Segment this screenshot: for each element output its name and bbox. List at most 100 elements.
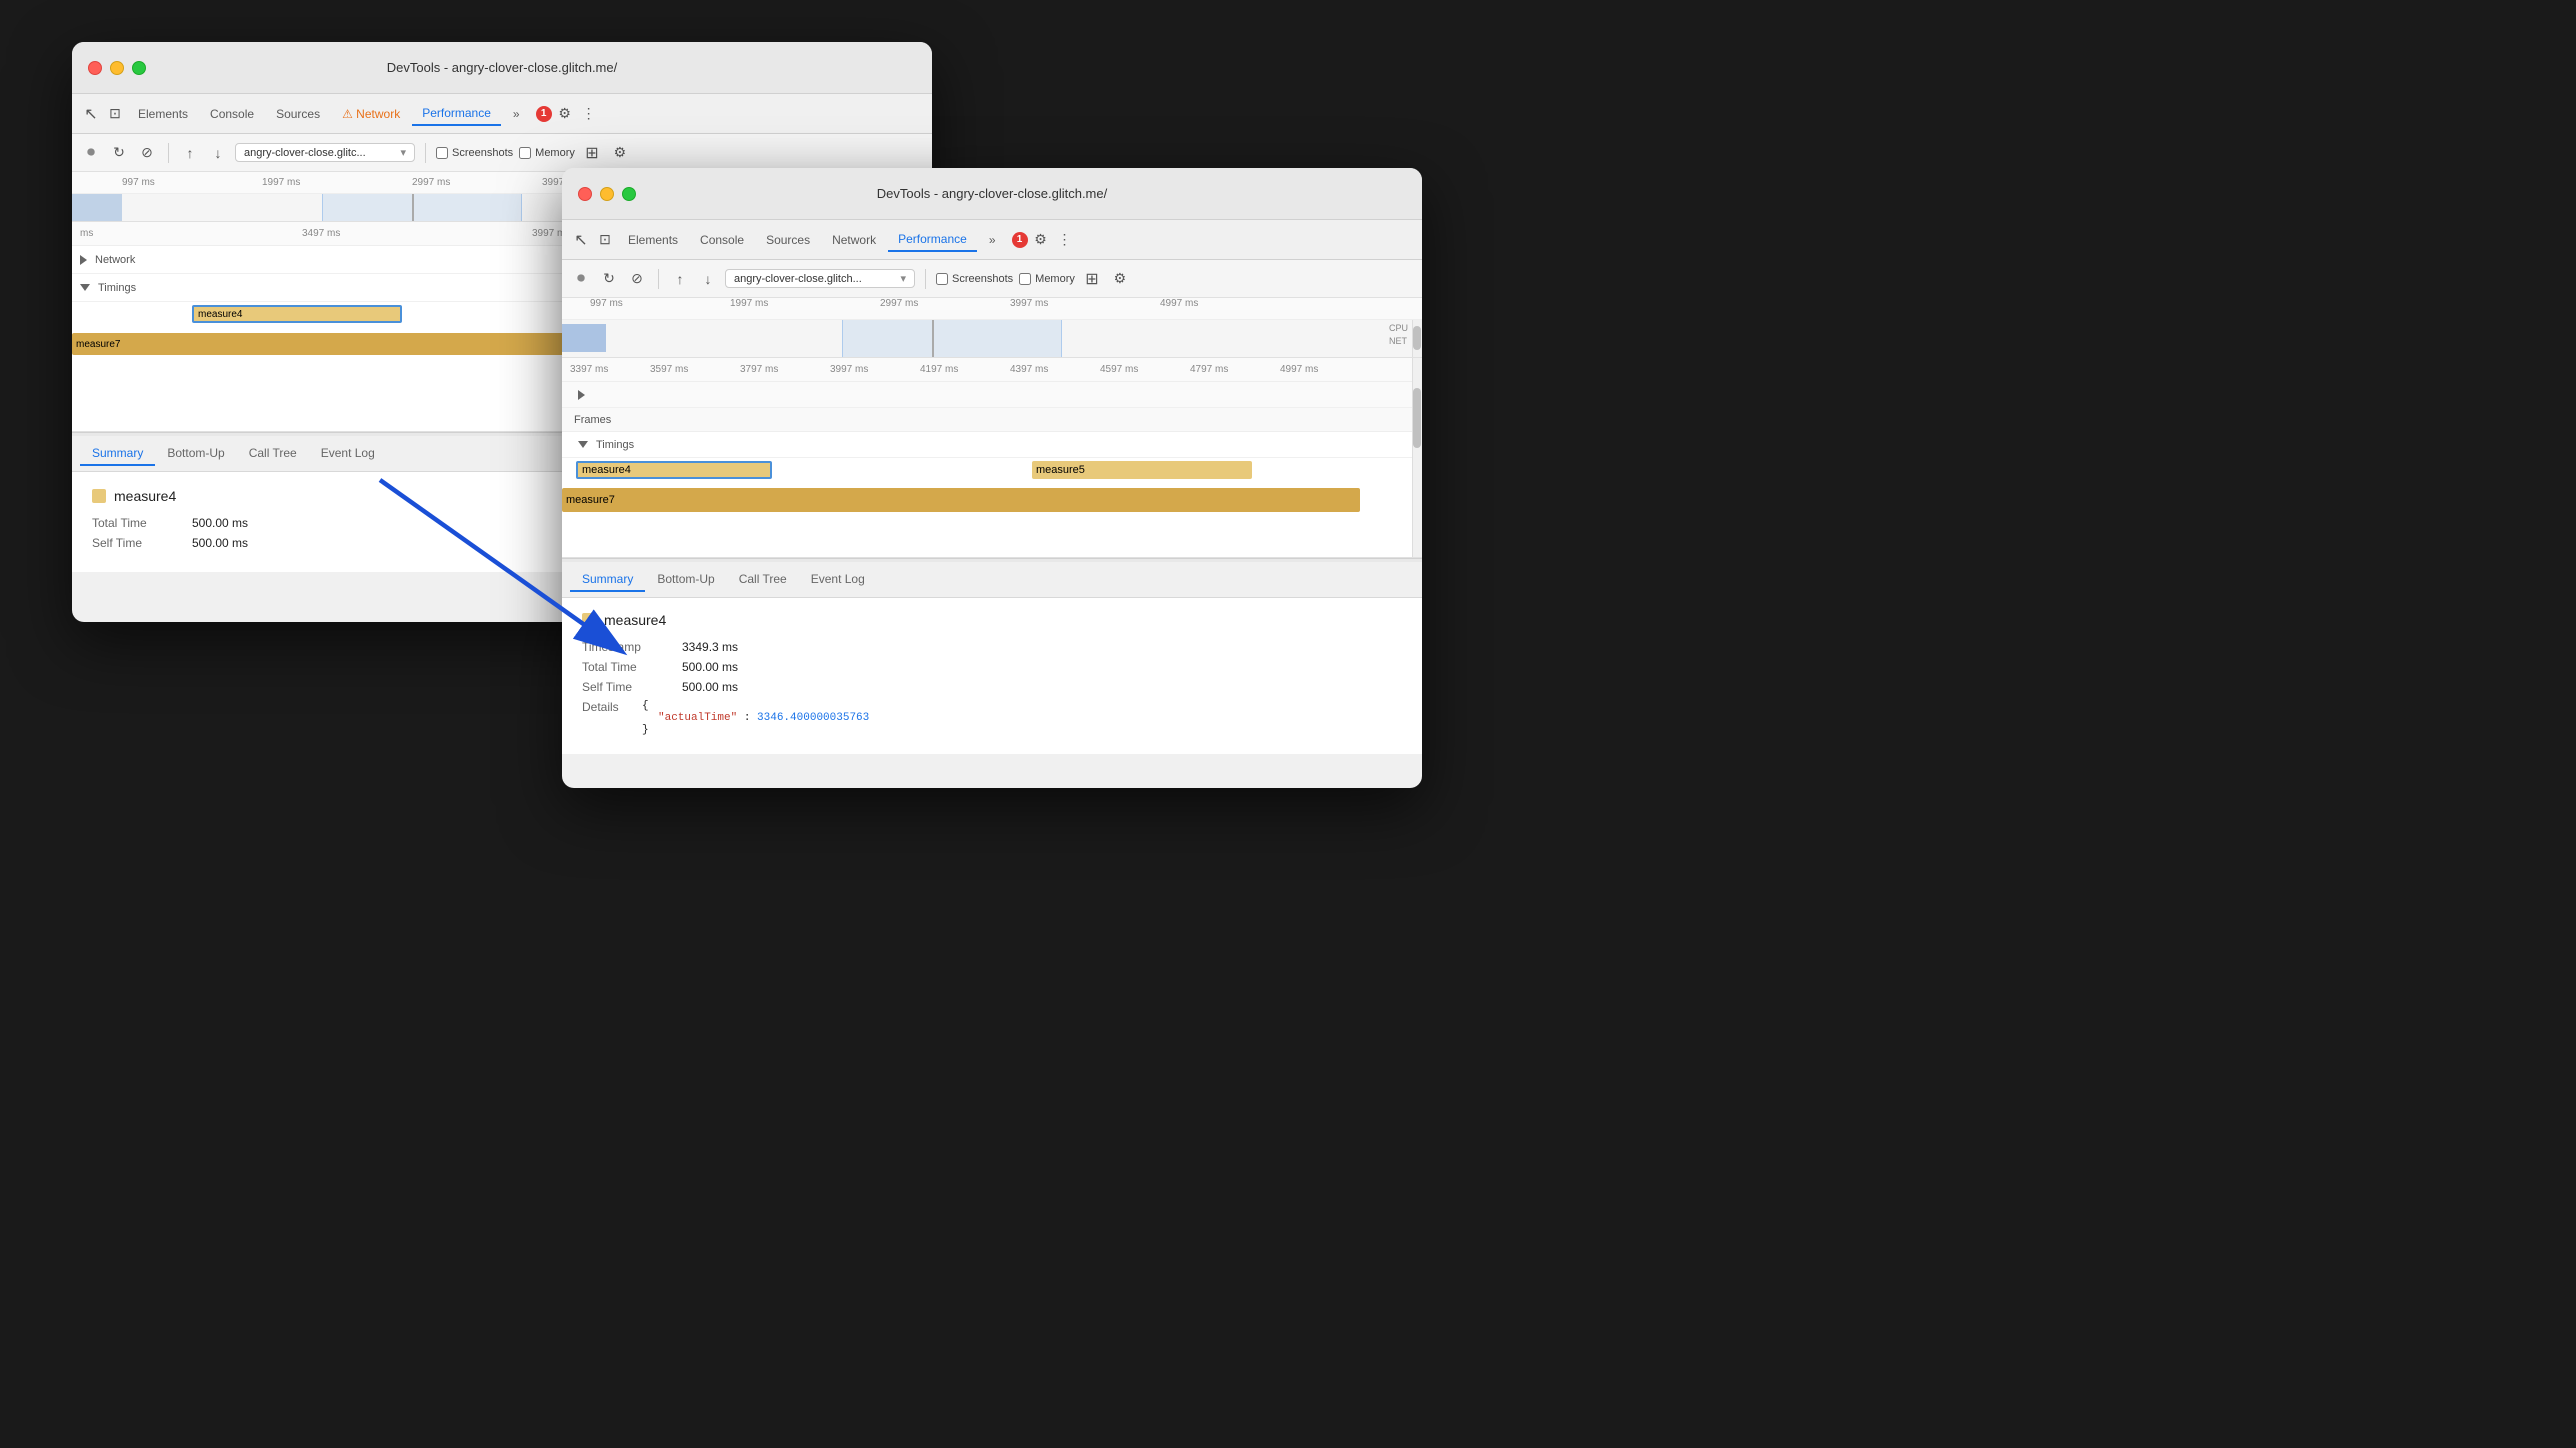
upload-btn-1[interactable]: ↑ <box>179 142 201 164</box>
sidebar-icon[interactable]: ⊡ <box>104 103 126 125</box>
tab-performance-2[interactable]: Performance <box>888 228 977 252</box>
memory-cb-1[interactable]: Memory <box>519 147 575 159</box>
close-button-2[interactable] <box>578 187 592 201</box>
screenshots-checkbox-2[interactable] <box>936 273 948 285</box>
screenshots-cb-1[interactable]: Screenshots <box>436 147 513 159</box>
btab-calltree-1[interactable]: Call Tree <box>237 442 309 466</box>
minimize-button-1[interactable] <box>110 61 124 75</box>
settings-btn-2[interactable]: ⚙ <box>1109 268 1131 290</box>
memory-cb-2[interactable]: Memory <box>1019 273 1075 285</box>
expand-network-icon-2[interactable] <box>578 390 585 400</box>
expand-network-icon-1[interactable] <box>80 255 87 265</box>
record-btn-2[interactable]: ⏺ <box>570 268 592 290</box>
mini-scrollbar-thumb-2[interactable] <box>1413 326 1421 350</box>
measure7-bar-2[interactable]: measure7 <box>562 488 1360 512</box>
btab-bottomup-1[interactable]: Bottom-Up <box>155 442 236 466</box>
btab-eventlog-1[interactable]: Event Log <box>309 442 387 466</box>
json-actualtime-val: 3346.400000035763 <box>757 712 869 724</box>
measure7-bar-1[interactable]: measure7 <box>72 333 602 355</box>
collapse-timings-icon-1[interactable] <box>80 284 90 291</box>
reload-btn-2[interactable]: ↻ <box>598 268 620 290</box>
tick-997: 997 ms <box>122 177 155 188</box>
screenshots-cb-2[interactable]: Screenshots <box>936 273 1013 285</box>
btab-eventlog-2[interactable]: Event Log <box>799 568 877 592</box>
measure4-bar-2[interactable]: measure4 <box>576 461 772 479</box>
tab-console-1[interactable]: Console <box>200 103 264 125</box>
timeline-scrollbar-thumb-2[interactable] <box>1413 388 1421 448</box>
selection-overlay-1[interactable] <box>322 194 522 222</box>
mini-tick-1997: 1997 ms <box>730 298 768 309</box>
record-btn-1[interactable]: ⏺ <box>80 142 102 164</box>
tab-sources-2[interactable]: Sources <box>756 229 820 251</box>
t-4797: 4797 ms <box>1190 364 1228 375</box>
clear-btn-2[interactable]: ⊘ <box>626 268 648 290</box>
capture-btn-2[interactable]: ⊞ <box>1081 268 1103 290</box>
t-3597: 3597 ms <box>650 364 688 375</box>
download-btn-1[interactable]: ↓ <box>207 142 229 164</box>
screenshots-checkbox-1[interactable] <box>436 147 448 159</box>
memory-checkbox-1[interactable] <box>519 147 531 159</box>
btab-summary-1[interactable]: Summary <box>80 442 155 466</box>
tab-sources-1[interactable]: Sources <box>266 103 330 125</box>
url-input-1[interactable]: angry-clover-close.glitc... ▾ <box>235 143 415 162</box>
titlebar-2: DevTools - angry-clover-close.glitch.me/ <box>562 168 1422 220</box>
tab-more-2[interactable]: » <box>979 229 1006 251</box>
maximize-button-2[interactable] <box>622 187 636 201</box>
btab-calltree-2[interactable]: Call Tree <box>727 568 799 592</box>
timings-label-1: Timings <box>80 282 160 294</box>
btab-summary-2[interactable]: Summary <box>570 568 645 592</box>
tab-network-2[interactable]: Network <box>822 229 886 251</box>
measure4-bar-1[interactable]: measure4 <box>192 305 402 323</box>
timeline-scrollbar-2[interactable] <box>1412 358 1422 557</box>
pointer-icon[interactable]: ↖ <box>80 103 102 125</box>
measure5-bar-2[interactable]: measure5 <box>1032 461 1252 479</box>
more-icon-1[interactable]: ⋮ <box>578 103 600 125</box>
tab-performance-1[interactable]: Performance <box>412 102 501 126</box>
selection-overlay-2[interactable] <box>842 320 1062 358</box>
url-dropdown-2[interactable]: ▾ <box>900 272 906 285</box>
network-track-label-2 <box>570 390 650 400</box>
tab-elements-1[interactable]: Elements <box>128 103 198 125</box>
summary-title-2: measure4 <box>582 612 1402 628</box>
sidebar-icon-2[interactable]: ⊡ <box>594 229 616 251</box>
mini-tick-997: 997 ms <box>590 298 623 309</box>
selftime-key-2: Self Time <box>582 680 682 694</box>
mini-scrollbar-2[interactable] <box>1412 320 1422 358</box>
t-3797: 3797 ms <box>740 364 778 375</box>
collapse-timings-icon-2[interactable] <box>578 441 588 448</box>
more-icon-2[interactable]: ⋮ <box>1054 229 1076 251</box>
tick-ms: ms <box>80 228 93 239</box>
settings-icon-1[interactable]: ⚙ <box>554 103 576 125</box>
maximize-button-1[interactable] <box>132 61 146 75</box>
close-button-1[interactable] <box>88 61 102 75</box>
summary-measure-name-2: measure4 <box>604 612 666 628</box>
cpu-label-2: CPU <box>1389 322 1408 335</box>
tab-network-1[interactable]: ⚠ Network <box>332 103 410 125</box>
tab-more-1[interactable]: » <box>503 103 530 125</box>
url-dropdown-1[interactable]: ▾ <box>400 146 406 159</box>
t-4197: 4197 ms <box>920 364 958 375</box>
capture-btn-1[interactable]: ⊞ <box>581 142 603 164</box>
tick-3497: 3497 ms <box>302 228 340 239</box>
url-input-2[interactable]: angry-clover-close.glitch... ▾ <box>725 269 915 288</box>
tab-console-2[interactable]: Console <box>690 229 754 251</box>
tick-2997: 2997 ms <box>412 177 450 188</box>
memory-checkbox-2[interactable] <box>1019 273 1031 285</box>
clear-btn-1[interactable]: ⊘ <box>136 142 158 164</box>
network-track-label-1: Network <box>80 254 160 266</box>
minimize-button-2[interactable] <box>600 187 614 201</box>
t-4997: 4997 ms <box>1280 364 1318 375</box>
settings-icon-2[interactable]: ⚙ <box>1030 229 1052 251</box>
tab-elements-2[interactable]: Elements <box>618 229 688 251</box>
timestamp-key-2: Timestamp <box>582 640 682 654</box>
selftime-val-2: 500.00 ms <box>682 680 738 694</box>
reload-btn-1[interactable]: ↻ <box>108 142 130 164</box>
totaltime-val-1: 500.00 ms <box>192 516 248 530</box>
pointer-icon-2[interactable]: ↖ <box>570 229 592 251</box>
btab-bottomup-2[interactable]: Bottom-Up <box>645 568 726 592</box>
download-btn-2[interactable]: ↓ <box>697 268 719 290</box>
devtools-tabs-2: ↖ ⊡ Elements Console Sources Network Per… <box>562 220 1422 260</box>
settings-btn-1[interactable]: ⚙ <box>609 142 631 164</box>
upload-btn-2[interactable]: ↑ <box>669 268 691 290</box>
measure7-label-1: measure7 <box>76 339 120 350</box>
